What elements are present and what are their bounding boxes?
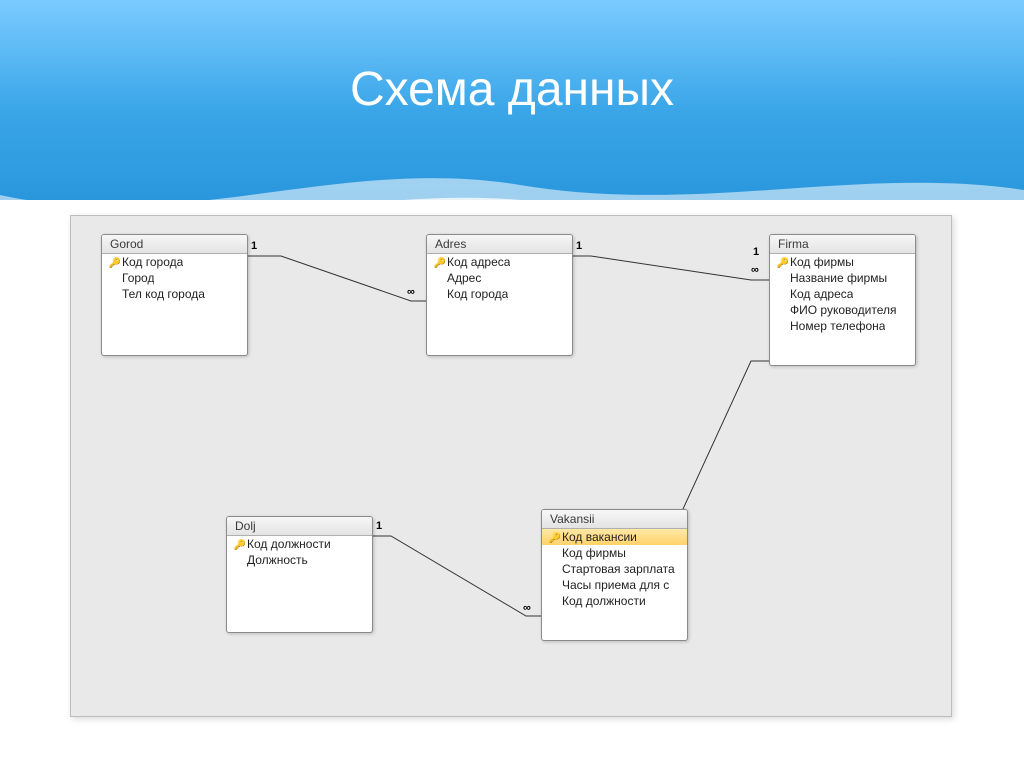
table-field-selected[interactable]: 🔑 Код вакансии — [542, 529, 687, 545]
card-one: 1 — [753, 246, 759, 258]
table-title: Adres — [427, 235, 572, 254]
primary-key-icon: 🔑 — [234, 540, 246, 551]
card-one: 1 — [376, 520, 382, 532]
table-title: Dolj — [227, 517, 372, 536]
table-field[interactable]: Адрес — [427, 270, 572, 286]
table-vakansii[interactable]: Vakansii 🔑 Код вакансии Код фирмы Старто… — [541, 509, 688, 641]
table-field[interactable]: 🔑 Код города — [102, 254, 247, 270]
table-field[interactable]: Стартовая зарплата — [542, 561, 687, 577]
primary-key-icon: 🔑 — [434, 258, 446, 269]
card-many: ∞ — [407, 286, 415, 298]
table-dolj[interactable]: Dolj 🔑 Код должности Должность — [226, 516, 373, 633]
primary-key-icon: 🔑 — [777, 258, 789, 269]
relationships-canvas[interactable]: 1 ∞ 1 ∞ 1 ∞ 1 ∞ Gorod 🔑 Код города Город… — [70, 215, 952, 717]
card-many: ∞ — [751, 264, 759, 276]
primary-key-icon: 🔑 — [109, 258, 121, 269]
card-one: 1 — [576, 240, 582, 252]
table-field[interactable]: 🔑 Код должности — [227, 536, 372, 552]
table-field[interactable]: Название фирмы — [770, 270, 915, 286]
table-field[interactable]: Код адреса — [770, 286, 915, 302]
table-field[interactable]: 🔑 Код фирмы — [770, 254, 915, 270]
table-field[interactable]: ФИО руководителя — [770, 302, 915, 318]
table-field[interactable]: Код должности — [542, 593, 687, 609]
slide-title: Схема данных — [0, 62, 1024, 117]
table-title: Vakansii — [542, 510, 687, 529]
slide: Схема данных 1 ∞ 1 ∞ 1 ∞ 1 ∞ Gorod — [0, 0, 1024, 768]
table-title: Gorod — [102, 235, 247, 254]
table-adres[interactable]: Adres 🔑 Код адреса Адрес Код города — [426, 234, 573, 356]
table-field[interactable]: Город — [102, 270, 247, 286]
table-field[interactable]: Код города — [427, 286, 572, 302]
table-field[interactable]: Тел код города — [102, 286, 247, 302]
card-one: 1 — [251, 240, 257, 252]
primary-key-icon: 🔑 — [549, 533, 561, 544]
table-field[interactable]: Часы приема для с — [542, 577, 687, 593]
table-field[interactable]: Код фирмы — [542, 545, 687, 561]
table-field[interactable]: Номер телефона — [770, 318, 915, 334]
table-field[interactable]: Должность — [227, 552, 372, 568]
table-title: Firma — [770, 235, 915, 254]
table-field[interactable]: 🔑 Код адреса — [427, 254, 572, 270]
table-gorod[interactable]: Gorod 🔑 Код города Город Тел код города — [101, 234, 248, 356]
card-many: ∞ — [523, 602, 531, 614]
table-firma[interactable]: Firma 🔑 Код фирмы Название фирмы Код адр… — [769, 234, 916, 366]
